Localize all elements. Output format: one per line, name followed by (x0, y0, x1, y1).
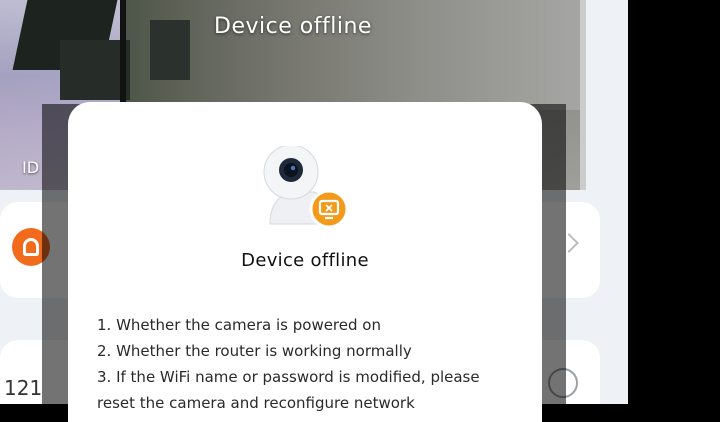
tip-line: 3. If the WiFi name or password is modif… (97, 368, 480, 386)
bell-icon (23, 238, 39, 256)
camera-icon (263, 146, 349, 229)
feed-status-text: Device offline (214, 14, 372, 39)
dialog-title: Device offline (241, 250, 369, 271)
black-margin (628, 0, 720, 404)
tip-line: reset the camera and reconfigure network (97, 394, 415, 412)
troubleshooting-tips: 1. Whether the camera is powered on 2. W… (97, 312, 537, 416)
offline-badge-icon (309, 189, 349, 229)
device-id-label: ID (22, 158, 40, 177)
tip-line: 2. Whether the router is working normall… (97, 342, 412, 360)
partial-number: 121 (4, 376, 43, 400)
tip-line: 1. Whether the camera is powered on (97, 316, 381, 334)
